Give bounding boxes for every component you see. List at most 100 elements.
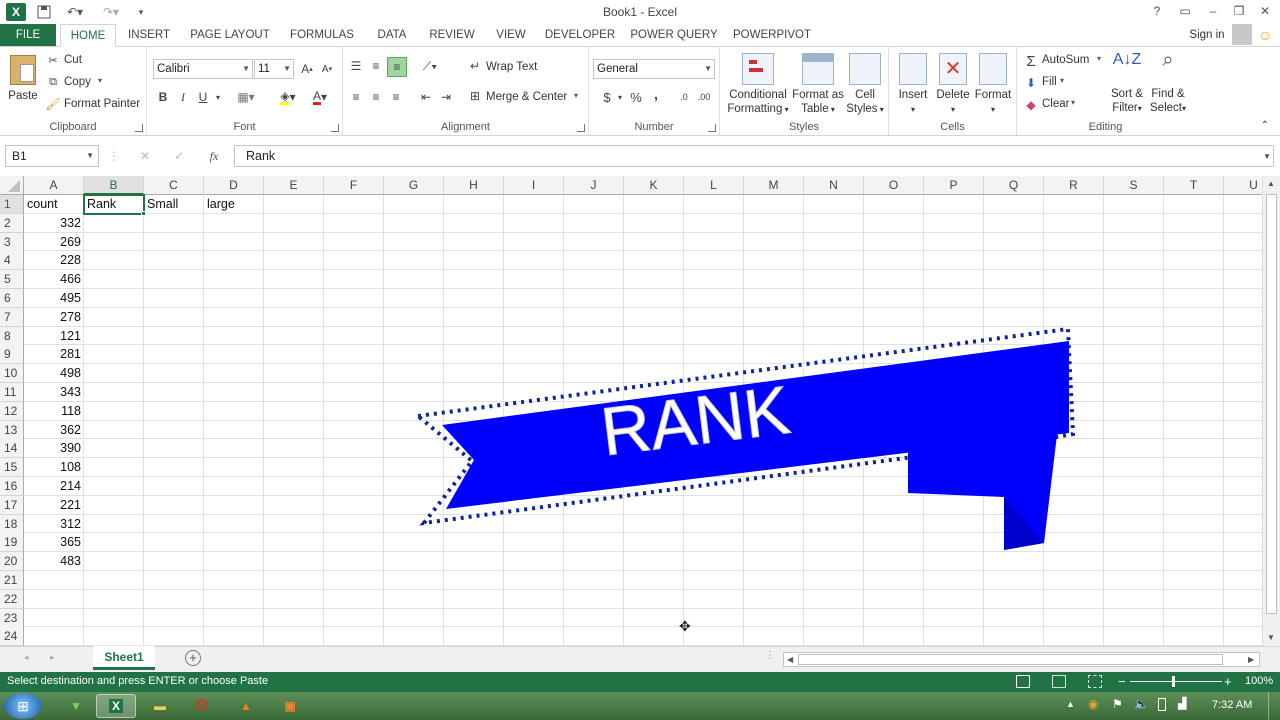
cell-a16[interactable]: 214 [24, 477, 84, 496]
copy-button[interactable]: Copy [64, 76, 91, 88]
borders-icon[interactable]: ▦▾ [233, 88, 259, 106]
cell-a7[interactable]: 278 [24, 308, 84, 327]
cell-a5[interactable]: 466 [24, 270, 84, 289]
tab-formulas[interactable]: FORMULAS [286, 24, 358, 47]
column-header-e[interactable]: E [264, 176, 324, 195]
restore-icon[interactable]: ❐ [1228, 2, 1250, 20]
format-as-table-button[interactable]: Format as Table ▾ [792, 53, 844, 117]
scroll-up-icon[interactable]: ▲ [1267, 179, 1275, 188]
tab-page-layout[interactable]: PAGE LAYOUT [186, 24, 274, 47]
column-header-q[interactable]: Q [984, 176, 1044, 195]
vertical-scrollbar[interactable]: ▲ ▼ [1262, 176, 1280, 646]
new-sheet-icon[interactable]: + [185, 650, 201, 666]
number-launcher-icon[interactable] [708, 124, 716, 132]
column-header-j[interactable]: J [564, 176, 624, 195]
row-header-19[interactable]: 19 [0, 533, 24, 553]
column-header-u[interactable]: U [1224, 176, 1262, 195]
taskbar-vlc-icon[interactable]: ▲ [226, 694, 266, 718]
sign-in-link[interactable]: Sign in [1182, 24, 1232, 47]
column-header-h[interactable]: H [444, 176, 504, 195]
merge-dropdown-icon[interactable]: ▾ [574, 91, 578, 100]
autosum-button[interactable]: AutoSum [1042, 54, 1089, 66]
currency-button[interactable]: $ [597, 88, 617, 106]
format-painter-button[interactable]: Format Painter [64, 98, 140, 110]
row-header-17[interactable]: 17 [0, 495, 24, 515]
font-launcher-icon[interactable] [331, 124, 339, 132]
cell-a8[interactable]: 121 [24, 327, 84, 346]
row-header-23[interactable]: 23 [0, 608, 24, 628]
clock[interactable]: 7:32 AM [1212, 699, 1252, 711]
zoom-in-icon[interactable]: + [1224, 672, 1232, 691]
volume-icon[interactable]: 🔈 [1134, 697, 1149, 711]
tab-review[interactable]: REVIEW [426, 24, 478, 47]
tab-view[interactable]: VIEW [490, 24, 532, 47]
row-header-12[interactable]: 12 [0, 401, 24, 421]
decrease-decimal-icon[interactable]: .00 [695, 88, 713, 106]
normal-view-icon[interactable] [1016, 675, 1030, 688]
tray-expand-icon[interactable]: ▲ [1066, 699, 1075, 709]
formula-input[interactable]: Rank [234, 145, 1274, 167]
cell-a9[interactable]: 281 [24, 345, 84, 364]
cut-button[interactable]: Cut [64, 54, 82, 66]
network-icon[interactable]: ▟ [1178, 697, 1186, 710]
smiley-icon[interactable]: ☺ [1258, 27, 1272, 43]
paste-button[interactable]: Paste [6, 55, 40, 103]
fill-color-icon[interactable]: ◈ ▾ [275, 88, 301, 106]
column-header-k[interactable]: K [624, 176, 684, 195]
next-sheet-icon[interactable]: ▸ [50, 652, 55, 663]
row-header-6[interactable]: 6 [0, 289, 24, 308]
collapse-ribbon-icon[interactable]: ⌃ [1258, 119, 1272, 131]
cell-a14[interactable]: 390 [24, 439, 84, 458]
row-header-22[interactable]: 22 [0, 589, 24, 609]
cell-a11[interactable]: 343 [24, 383, 84, 402]
column-header-s[interactable]: S [1104, 176, 1164, 195]
font-color-icon[interactable]: A ▾ [307, 88, 333, 106]
page-break-view-icon[interactable] [1088, 675, 1102, 688]
tab-developer[interactable]: DEVELOPER [544, 24, 616, 47]
row-header-13[interactable]: 13 [0, 420, 24, 440]
sheet-tab-sheet1[interactable]: Sheet1 [93, 646, 155, 670]
taskbar-opera-icon[interactable]: O [182, 694, 222, 718]
enter-icon[interactable]: ✓ [170, 147, 188, 165]
horizontal-scroll-thumb[interactable] [798, 654, 1223, 665]
vertical-scroll-thumb[interactable] [1266, 194, 1277, 614]
row-header-4[interactable]: 4 [0, 251, 24, 271]
alignment-launcher-icon[interactable] [577, 124, 585, 132]
taskbar-folder-icon[interactable]: ▬ [140, 694, 180, 718]
align-center-icon[interactable]: ≡ [367, 88, 385, 106]
column-header-c[interactable]: C [144, 176, 204, 195]
column-header-f[interactable]: F [324, 176, 384, 195]
scroll-down-icon[interactable]: ▼ [1267, 633, 1275, 642]
cell-a12[interactable]: 118 [24, 402, 84, 421]
zoom-level[interactable]: 100% [1245, 672, 1273, 691]
start-button[interactable]: ⊞ [4, 693, 42, 719]
underline-button[interactable]: U [195, 88, 211, 106]
column-header-i[interactable]: I [504, 176, 564, 195]
column-header-a[interactable]: A [24, 176, 84, 195]
prev-sheet-icon[interactable]: ◂ [24, 652, 29, 663]
increase-indent-icon[interactable]: ⇥ [437, 88, 455, 106]
percent-button[interactable]: % [627, 88, 645, 106]
column-header-l[interactable]: L [684, 176, 744, 195]
cancel-icon[interactable]: ✕ [136, 147, 154, 165]
row-header-2[interactable]: 2 [0, 213, 24, 233]
cell-a13[interactable]: 362 [24, 421, 84, 440]
fill-dropdown-icon[interactable]: ▾ [1060, 76, 1064, 85]
column-header-g[interactable]: G [384, 176, 444, 195]
bottom-align-icon[interactable]: ≡ [387, 57, 407, 77]
column-header-n[interactable]: N [804, 176, 864, 195]
row-header-15[interactable]: 15 [0, 458, 24, 478]
row-header-9[interactable]: 9 [0, 345, 24, 365]
close-icon[interactable]: ✕ [1254, 2, 1276, 20]
action-center-icon[interactable]: ⚑ [1112, 697, 1123, 711]
taskbar-excel-icon[interactable]: X [96, 694, 136, 718]
avatar[interactable] [1232, 24, 1252, 45]
row-header-20[interactable]: 20 [0, 552, 24, 572]
row-header-11[interactable]: 11 [0, 383, 24, 402]
increase-font-icon[interactable]: A ▴ [299, 60, 315, 78]
page-layout-view-icon[interactable] [1052, 675, 1066, 688]
currency-dropdown-icon[interactable]: ▾ [615, 88, 625, 106]
row-header-3[interactable]: 3 [0, 232, 24, 252]
tab-insert[interactable]: INSERT [124, 24, 174, 47]
fill-button[interactable]: Fill [1042, 76, 1057, 88]
